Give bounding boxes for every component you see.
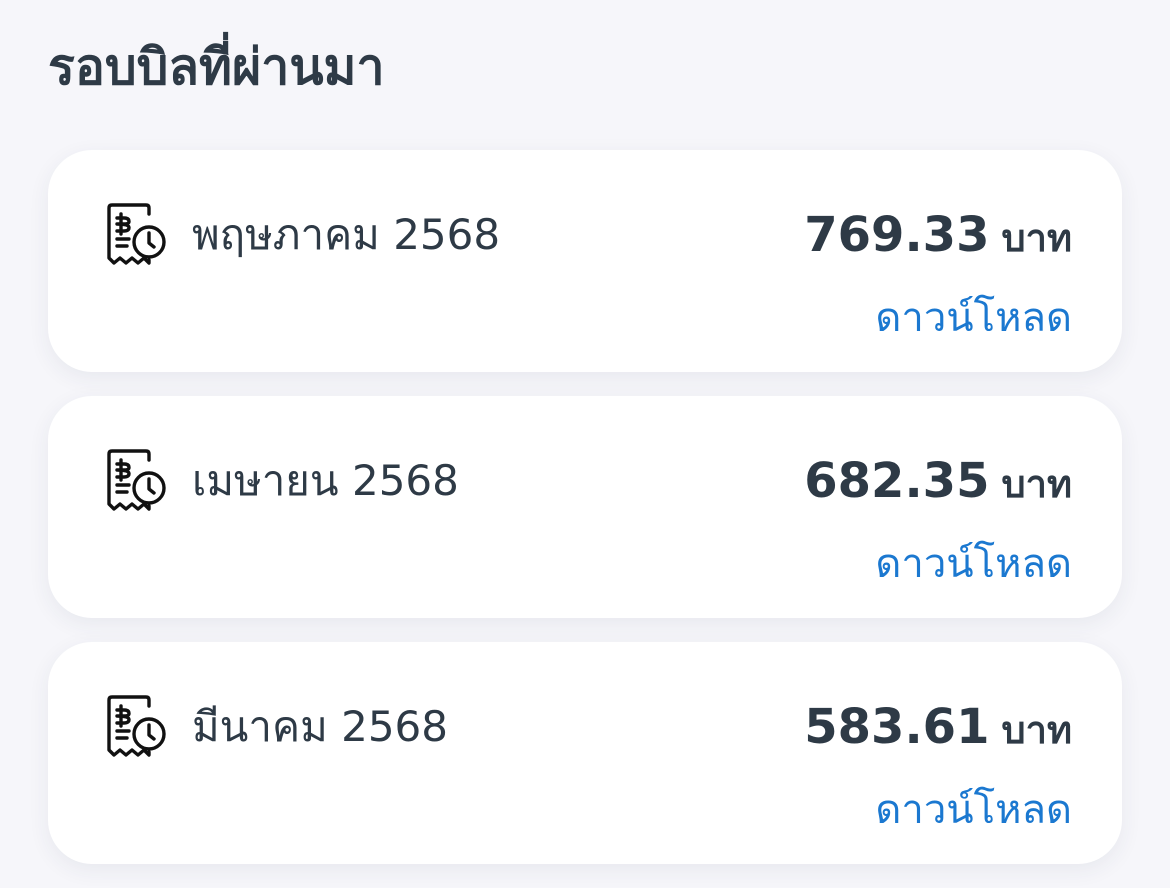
receipt-baht-clock-icon [107,449,166,511]
bill-card-march-2568[interactable]: มีนาคม 2568 583.61 บาท ดาวน์โหลด [48,642,1122,864]
receipt-baht-clock-icon [107,203,166,265]
page-title: รอบบิลที่ผ่านมา [48,38,385,96]
bill-month-label: พฤษภาคม 2568 [192,210,501,259]
bill-amount: 769.33 [804,207,990,263]
bill-card-april-2568[interactable]: เมษายน 2568 682.35 บาท ดาวน์โหลด [48,396,1122,618]
bill-month-label: มีนาคม 2568 [192,702,448,751]
download-link[interactable]: ดาวน์โหลด [875,290,1072,346]
bill-amount-group: 682.35 บาท [804,448,1072,525]
bill-history-list: พฤษภาคม 2568 769.33 บาท ดาวน์โหลด เมษายน … [48,150,1122,888]
bill-currency: บาท [1001,462,1072,506]
bill-amount-group: 769.33 บาท [804,202,1072,279]
download-link[interactable]: ดาวน์โหลด [875,782,1072,838]
bill-currency: บาท [1001,216,1072,260]
bill-amount-group: 583.61 บาท [804,694,1072,771]
bill-currency: บาท [1001,708,1072,752]
receipt-baht-clock-icon [107,695,166,757]
bill-card-may-2568[interactable]: พฤษภาคม 2568 769.33 บาท ดาวน์โหลด [48,150,1122,372]
download-link[interactable]: ดาวน์โหลด [875,536,1072,592]
bill-amount: 583.61 [804,699,990,755]
bill-month-label: เมษายน 2568 [192,456,459,505]
bill-amount: 682.35 [804,453,990,509]
